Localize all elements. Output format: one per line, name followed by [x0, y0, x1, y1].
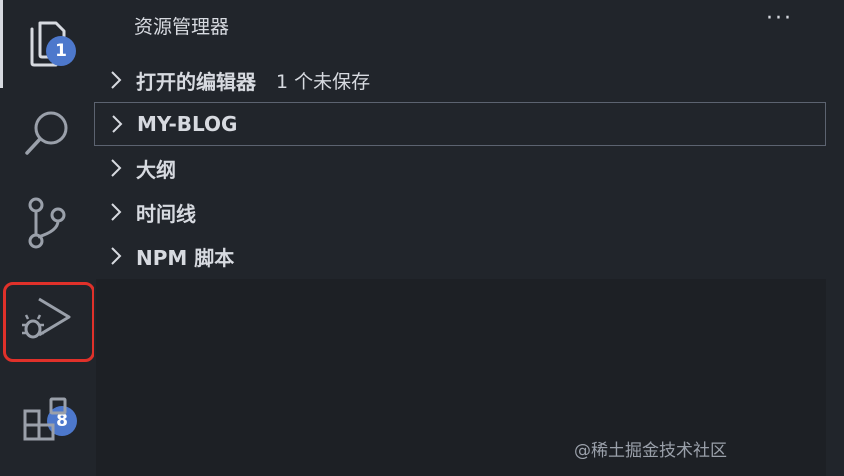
sidebar-title: 资源管理器 [134, 16, 230, 38]
watermark: @稀土掘金技术社区 [574, 441, 727, 461]
more-actions-button[interactable]: ··· [766, 6, 793, 31]
activity-bar: 1 8 [0, 0, 95, 476]
section-label: 时间线 [136, 201, 196, 226]
section-open-editors[interactable]: 打开的编辑器 1 个未保存 [94, 58, 826, 102]
chevron-right-icon [94, 246, 136, 266]
explorer-sidebar: 资源管理器 ··· 打开的编辑器 1 个未保存 MY-BLOG 大纲 时间线 N… [94, 0, 844, 476]
section-npm-scripts[interactable]: NPM 脚本 [94, 234, 826, 278]
section-label: NPM 脚本 [136, 245, 235, 270]
unsaved-count: 1 个未保存 [276, 70, 371, 93]
chevron-right-icon [94, 70, 136, 90]
extensions-button[interactable] [0, 376, 94, 466]
search-button[interactable] [0, 88, 94, 178]
extensions-icon [21, 395, 73, 447]
chevron-right-icon [94, 202, 136, 222]
chevron-right-icon [95, 114, 137, 134]
section-label: MY-BLOG [137, 112, 238, 136]
source-control-button[interactable]: 8 [0, 178, 94, 436]
explorer-button[interactable]: 1 [0, 0, 94, 88]
run-debug-highlight [3, 282, 95, 362]
source-control-icon [24, 195, 70, 251]
search-icon [21, 107, 73, 159]
explorer-badge: 1 [46, 36, 76, 66]
section-outline[interactable]: 大纲 [94, 146, 826, 190]
section-label: 大纲 [136, 157, 176, 182]
section-timeline[interactable]: 时间线 [94, 190, 826, 234]
chevron-right-icon [94, 158, 136, 178]
section-label: 打开的编辑器 [136, 69, 256, 94]
section-my-blog[interactable]: MY-BLOG [94, 102, 826, 146]
